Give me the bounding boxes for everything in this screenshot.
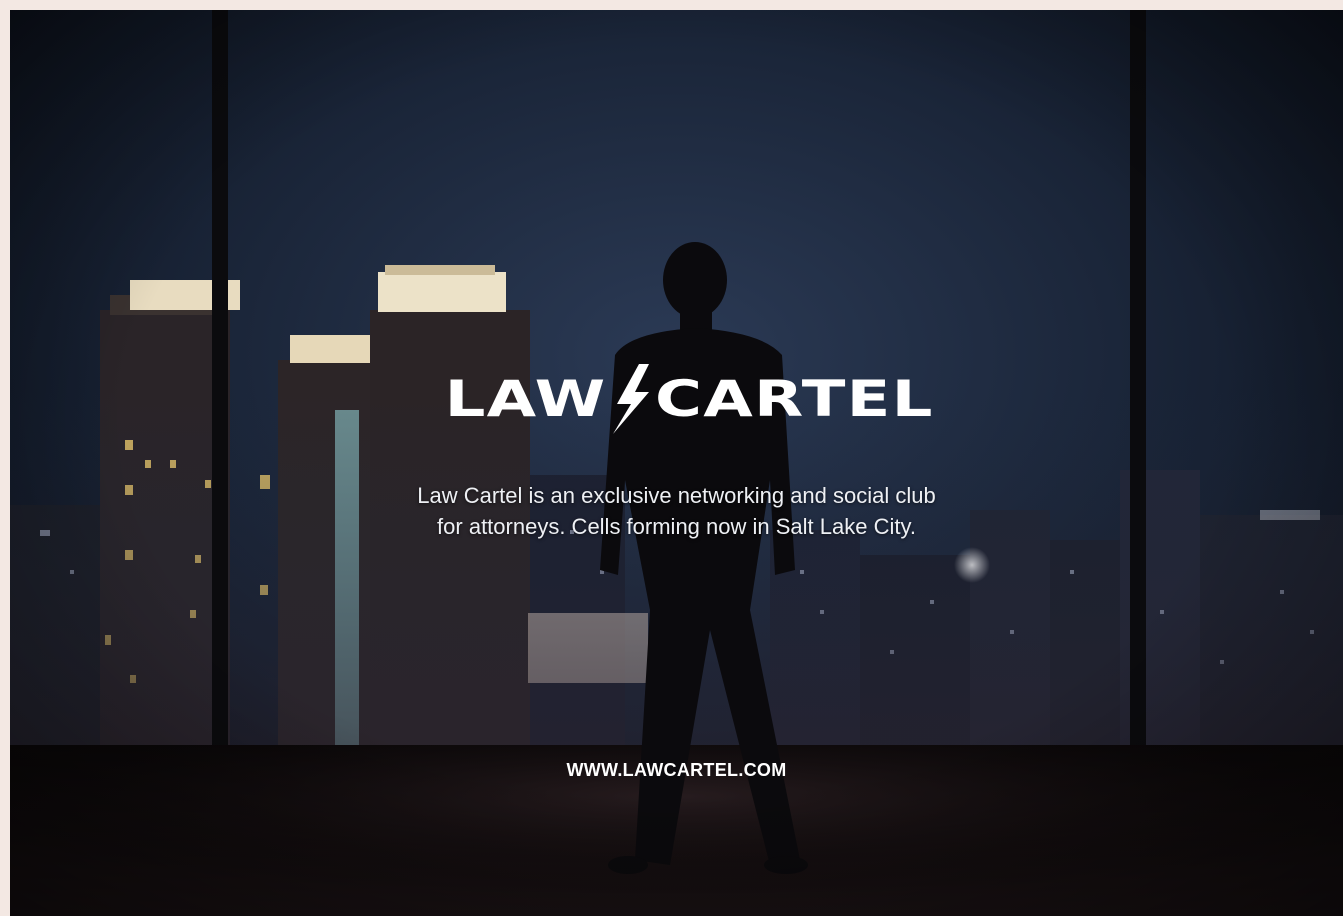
hero-banner: LAW CARTEL Law Cartel is an exclusive net… [10,10,1343,916]
city-night-background [10,10,1343,916]
